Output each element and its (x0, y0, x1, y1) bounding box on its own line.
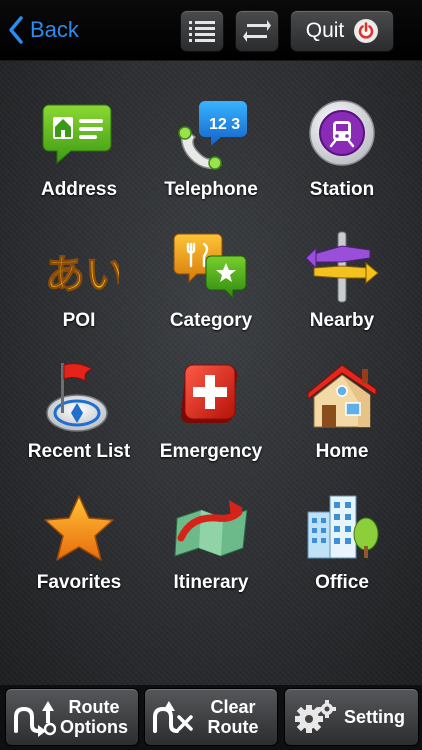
menu-item-home[interactable]: Home (272, 323, 412, 462)
clear-route-icon (153, 701, 193, 733)
telephone-icon: 12 3 (171, 95, 251, 175)
swap-arrows-icon (243, 20, 271, 42)
bottom-toolbar: Route Options Clear Route Setting (0, 685, 422, 750)
quit-label: Quit (305, 19, 345, 42)
setting-label: Setting (344, 707, 405, 727)
power-icon (354, 19, 379, 43)
station-icon (302, 95, 382, 175)
back-label: Back (30, 17, 79, 42)
menu-item-favorites[interactable]: Favorites (9, 454, 149, 593)
poi-glyphs: あい (45, 252, 119, 298)
quit-button[interactable]: Quit (290, 10, 394, 52)
list-view-button[interactable] (180, 10, 224, 52)
poi-icon: あい (39, 226, 125, 306)
clear-route-button[interactable]: Clear Route (144, 688, 278, 746)
menu-item-poi[interactable]: あい POI (9, 192, 149, 331)
chevron-left-icon (9, 16, 23, 44)
main-menu-area: Address 12 3 Telephone Station あい POI Ca… (0, 61, 422, 685)
address-icon (39, 95, 119, 175)
back-button[interactable]: Back (8, 12, 79, 48)
gear-icon (295, 700, 336, 733)
recent-list-icon (39, 357, 119, 437)
itinerary-icon (171, 488, 251, 568)
nearby-icon (302, 226, 382, 306)
swap-button[interactable] (235, 10, 279, 52)
menu-item-station[interactable]: Station (272, 61, 412, 200)
route-options-icon (14, 701, 56, 737)
menu-item-category[interactable]: Category (141, 192, 281, 331)
emergency-icon (171, 357, 251, 437)
favorites-icon (39, 488, 119, 568)
menu-item-office[interactable]: Office (272, 454, 412, 593)
menu-item-recent-list[interactable]: Recent List (9, 323, 149, 462)
telephone-digits: 12 3 (209, 116, 240, 133)
route-options-button[interactable]: Route Options (5, 688, 139, 746)
route-options-label: Route Options (60, 697, 128, 737)
menu-label: Favorites (36, 572, 122, 593)
category-icon (171, 226, 251, 306)
office-icon (302, 488, 382, 568)
clear-route-label: Clear Route (207, 697, 259, 737)
menu-item-nearby[interactable]: Nearby (272, 192, 412, 331)
menu-item-address[interactable]: Address (9, 61, 149, 200)
home-icon (302, 357, 382, 437)
top-bar: Back Quit (0, 0, 422, 61)
list-icon (189, 21, 215, 42)
menu-item-itinerary[interactable]: Itinerary (141, 454, 281, 593)
menu-label: Office (315, 572, 369, 593)
setting-button[interactable]: Setting (284, 688, 419, 746)
menu-item-telephone[interactable]: 12 3 Telephone (141, 61, 281, 200)
menu-item-emergency[interactable]: Emergency (141, 323, 281, 462)
menu-label: Itinerary (173, 572, 249, 593)
